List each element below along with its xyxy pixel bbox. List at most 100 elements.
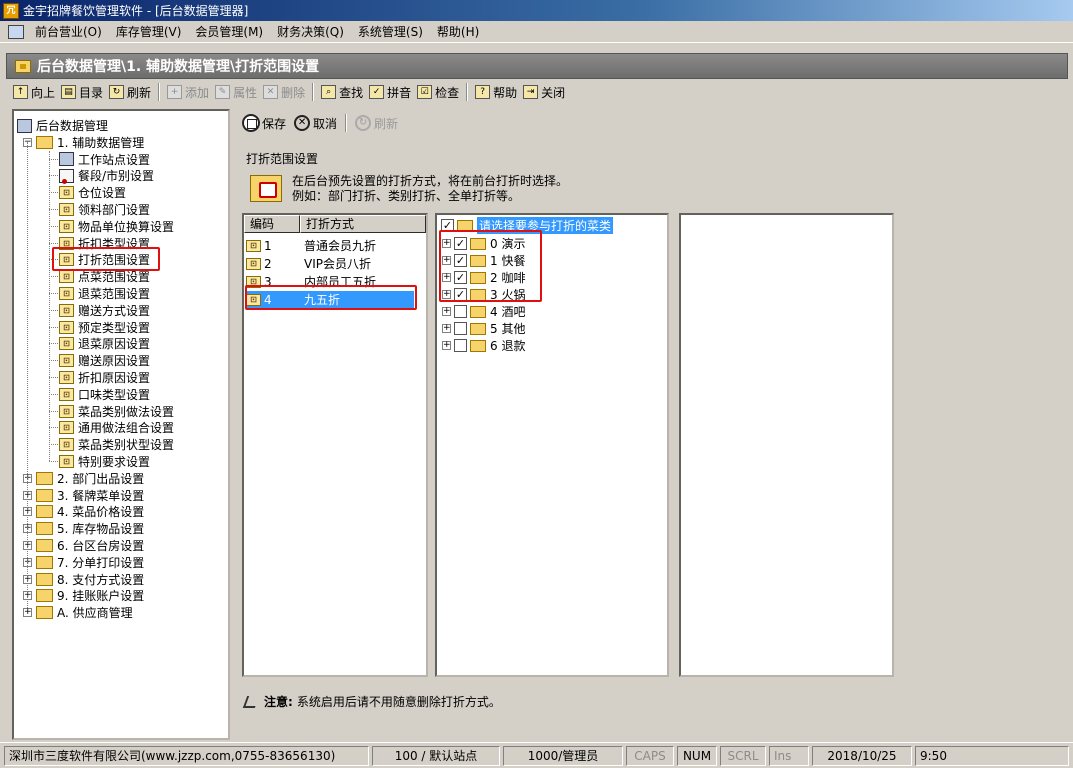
dish-category-item[interactable]: + ✓ 0 演示 — [442, 235, 525, 252]
discount-row[interactable]: ⊡ 4 九五折 — [246, 291, 414, 308]
tree-guide-line — [49, 242, 58, 244]
dish-category-item[interactable]: +5 其他 — [442, 320, 525, 337]
expand-icon[interactable]: + — [442, 324, 451, 333]
tree-group[interactable]: +2. 部门出品设置 — [23, 470, 144, 487]
expand-icon[interactable]: + — [23, 608, 32, 618]
column-header-code[interactable]: 编码 — [244, 215, 300, 233]
refresh-button[interactable]: ↻ 刷新 — [106, 82, 154, 102]
refresh-edit-button[interactable]: ↻ 刷新 — [351, 112, 402, 134]
discount-row[interactable]: ⊡ 3 内部员工五折 — [246, 273, 414, 290]
tree-group-1[interactable]: −1. 辅助数据管理 — [23, 134, 144, 151]
expand-icon[interactable]: + — [442, 290, 451, 299]
navigation-tree[interactable]: 后台数据管理 −1. 辅助数据管理 工作站点设置 餐段/市别设置 ⊡ 仓位设置 ⊡ 领料部门设… — [12, 109, 230, 740]
tree-item[interactable]: ⊡ 领料部门设置 — [59, 201, 150, 218]
computer-icon — [59, 152, 74, 167]
tree-root[interactable]: 后台数据管理 — [17, 117, 108, 134]
tree-item-label: 赠送方式设置 — [78, 303, 151, 318]
dish-category-item[interactable]: +4 酒吧 — [442, 303, 525, 320]
expand-icon[interactable]: + — [442, 273, 451, 282]
tree-item[interactable]: ⊡ 折扣类型设置 — [59, 235, 150, 252]
delete-icon: ✕ — [263, 85, 279, 99]
search-icon: ⌕ — [321, 85, 337, 99]
category-checkbox[interactable] — [454, 322, 467, 335]
status-scrl: SCRL — [720, 746, 766, 766]
expand-icon[interactable]: + — [442, 239, 451, 248]
tree-item[interactable]: 餐段/市别设置 — [59, 167, 154, 184]
up-button[interactable]: ↑ 向上 — [10, 82, 58, 102]
dish-category-tree[interactable]: ✓ 请选择要参与打折的菜类 + ✓ 0 演示 + ✓ 1 快餐 + ✓ 2 咖啡 + ✓ 3 火锅 +4 酒… — [435, 213, 669, 677]
menu-help[interactable]: 帮助(H) — [430, 23, 486, 40]
directory-button[interactable]: ▤ 目录 — [58, 82, 106, 102]
discount-code: 3 — [264, 274, 272, 289]
tree-group[interactable]: + A. 供应商管理 — [23, 604, 133, 621]
category-checkbox[interactable] — [454, 339, 467, 352]
column-header-method[interactable]: 打折方式 — [300, 215, 426, 233]
tree-item[interactable]: ⊡ 赠送原因设置 — [59, 352, 150, 369]
menu-system[interactable]: 系统管理(S) — [351, 23, 430, 40]
tree-group[interactable]: +7. 分单打印设置 — [23, 554, 144, 571]
tree-group[interactable]: +4. 菜品价格设置 — [23, 503, 144, 520]
discount-row[interactable]: ⊡ 2 VIP会员八折 — [246, 255, 414, 272]
dish-category-item[interactable]: + ✓ 1 快餐 — [442, 252, 525, 269]
dish-tree-root[interactable]: ✓ 请选择要参与打折的菜类 — [441, 217, 614, 234]
check-button[interactable]: ☑ 检查 — [414, 82, 462, 102]
menu-member[interactable]: 会员管理(M) — [188, 23, 270, 40]
category-checkbox[interactable]: ✓ — [454, 254, 467, 267]
tree-group[interactable]: +3. 餐牌菜单设置 — [23, 487, 144, 504]
tree-item[interactable]: ⊡ 赠送方式设置 — [59, 302, 150, 319]
tree-group[interactable]: +9. 挂账账户设置 — [23, 587, 144, 604]
tree-item[interactable]: 工作站点设置 — [59, 151, 150, 168]
dish-category-item[interactable]: + ✓ 2 咖啡 — [442, 269, 525, 286]
path-folder-icon — [15, 59, 31, 73]
add-button[interactable]: + 添加 — [164, 82, 212, 102]
menu-finance[interactable]: 财务决策(Q) — [270, 23, 351, 40]
discount-row[interactable]: ⊡ 1 普通会员九折 — [246, 237, 414, 254]
category-checkbox[interactable] — [454, 305, 467, 318]
tree-group[interactable]: +8. 支付方式设置 — [23, 571, 144, 588]
tree-item[interactable]: ⊡ 通用做法组合设置 — [59, 419, 174, 436]
category-checkbox[interactable]: ✓ — [454, 271, 467, 284]
save-button[interactable]: 保存 — [238, 112, 290, 134]
root-checkbox[interactable]: ✓ — [441, 219, 454, 232]
expand-icon[interactable]: + — [442, 256, 451, 265]
discount-code: 4 — [264, 292, 272, 307]
tree-item-label: 7. 分单打印设置 — [57, 555, 145, 570]
tree-item[interactable]: ⊡ 点菜范围设置 — [59, 268, 150, 285]
tree-item[interactable]: ⊡ 退菜原因设置 — [59, 335, 150, 352]
properties-button[interactable]: ✎ 属性 — [212, 82, 260, 102]
category-checkbox[interactable]: ✓ — [454, 237, 467, 250]
system-menu-icon[interactable] — [8, 24, 24, 39]
delete-button[interactable]: ✕ 删除 — [260, 82, 308, 102]
settings-doc-icon: ⊡ — [246, 257, 261, 270]
tree-guide-line — [49, 259, 58, 261]
tree-guide-line — [49, 175, 58, 177]
discount-method-list[interactable]: 编码 打折方式 ⊡ 1 普通会员九折 ⊡ 2 VIP会员八折 ⊡ 3 内部员工五折 ⊡ 4 九五折 — [242, 213, 428, 677]
tree-item[interactable]: ⊡ 折扣原因设置 — [59, 369, 150, 386]
menu-front-business[interactable]: 前台营业(O) — [28, 23, 109, 40]
cancel-x-icon: ✕ — [294, 115, 311, 131]
dish-category-item[interactable]: + ✓ 3 火锅 — [442, 286, 525, 303]
tree-item[interactable]: ⊡ 打折范围设置 — [59, 251, 150, 268]
expand-icon[interactable]: + — [442, 341, 451, 350]
tree-item[interactable]: ⊡ 菜品类别状型设置 — [59, 436, 174, 453]
tree-group[interactable]: +6. 台区台房设置 — [23, 537, 144, 554]
status-num: NUM — [677, 746, 717, 766]
expand-icon[interactable]: + — [442, 307, 451, 316]
tree-item[interactable]: ⊡ 退菜范围设置 — [59, 285, 150, 302]
pinyin-button[interactable]: ✓ 拼音 — [366, 82, 414, 102]
tree-item-label: 工作站点设置 — [78, 152, 151, 167]
find-button[interactable]: ⌕ 查找 — [318, 82, 366, 102]
menu-inventory[interactable]: 库存管理(V) — [109, 23, 189, 40]
cancel-button[interactable]: ✕ 取消 — [290, 112, 341, 134]
dish-category-item[interactable]: +6 退款 — [442, 337, 525, 354]
tree-group[interactable]: +5. 库存物品设置 — [23, 520, 144, 537]
category-checkbox[interactable]: ✓ — [454, 288, 467, 301]
close-button[interactable]: ⇥ 关闭 — [520, 82, 568, 102]
tree-item[interactable]: ⊡ 口味类型设置 — [59, 386, 150, 403]
tree-item[interactable]: ⊡ 菜品类别做法设置 — [59, 403, 174, 420]
tree-item[interactable]: ⊡ 物品单位换算设置 — [59, 218, 174, 235]
help-button[interactable]: ? 帮助 — [472, 82, 520, 102]
tree-item[interactable]: ⊡ 仓位设置 — [59, 184, 126, 201]
tree-item[interactable]: ⊡ 特别要求设置 — [59, 453, 150, 470]
tree-item[interactable]: ⊡ 预定类型设置 — [59, 319, 150, 336]
